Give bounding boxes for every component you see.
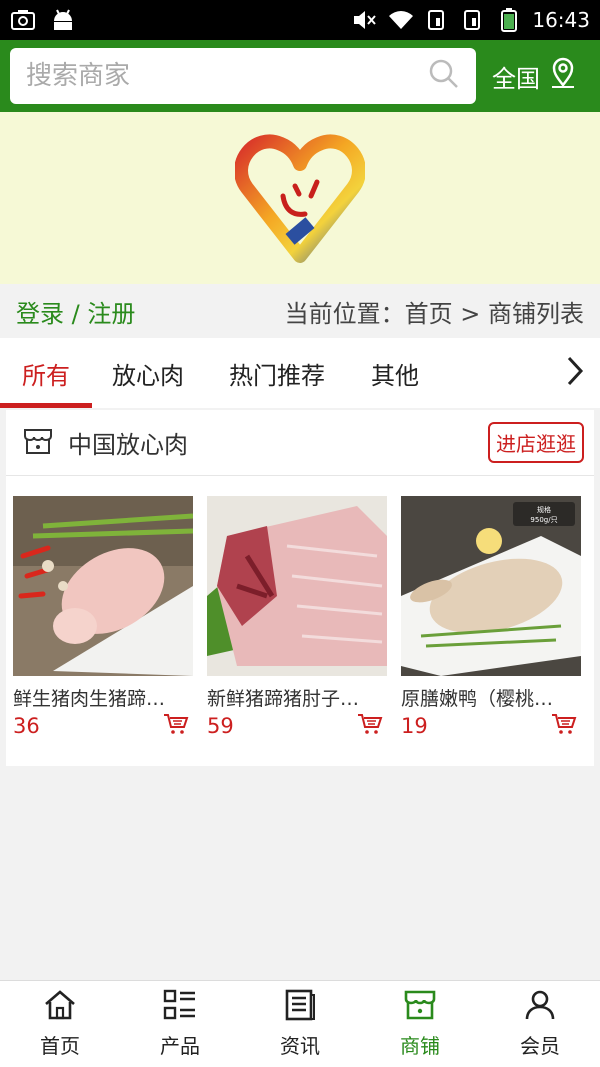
grid-list-icon (163, 989, 197, 1026)
android-icon (50, 9, 76, 31)
status-time: 16:43 (532, 8, 590, 32)
nav-member[interactable]: 会员 (480, 981, 600, 1067)
nav-label: 产品 (160, 1034, 200, 1058)
status-bar: 16:43 (0, 0, 600, 40)
tab-label: 所有 (22, 361, 70, 390)
product-card[interactable]: 规格 950g/只 原膳嫩鸭（樱桃… 19 (401, 496, 581, 739)
region-selector[interactable]: 全国 (492, 57, 578, 95)
shop-header: 中国放心肉 进店逛逛 (6, 410, 594, 476)
search-input[interactable] (26, 61, 428, 91)
location-bar: 登录 / 注册 当前位置：首页 > 商铺列表 (0, 284, 600, 338)
product-title[interactable]: 新鲜猪蹄猪肘子… (207, 684, 387, 711)
add-to-cart-icon[interactable] (357, 713, 383, 739)
top-header: 全国 (0, 40, 600, 112)
tab-all[interactable]: 所有 (0, 338, 92, 408)
mute-icon (352, 9, 378, 31)
shop-name[interactable]: 中国放心肉 (68, 425, 188, 460)
shop-icon (22, 425, 54, 461)
sim2-signal-icon (460, 9, 486, 31)
location-pin-icon (548, 57, 578, 95)
product-image[interactable]: 规格 950g/只 (401, 496, 581, 676)
product-title[interactable]: 原膳嫩鸭（樱桃… (401, 684, 581, 711)
product-image[interactable] (13, 496, 193, 676)
product-price: 19 (401, 714, 428, 738)
product-title[interactable]: 鲜生猪肉生猪蹄… (13, 684, 193, 711)
nav-news[interactable]: 资讯 (240, 981, 360, 1067)
store-icon (403, 989, 437, 1026)
nav-home[interactable]: 首页 (0, 981, 120, 1067)
banner (0, 112, 600, 284)
product-price: 59 (207, 714, 234, 738)
nav-products[interactable]: 产品 (120, 981, 240, 1067)
wifi-icon (388, 9, 414, 31)
nav-label: 商铺 (400, 1034, 440, 1058)
tab-other[interactable]: 其他 (350, 338, 440, 408)
nav-label: 首页 (40, 1034, 80, 1058)
tab-safe-meat[interactable]: 放心肉 (92, 338, 204, 408)
product-badge-weight: 950g/只 (530, 516, 557, 524)
nav-label: 资讯 (280, 1034, 320, 1058)
chevron-right-icon (565, 355, 585, 391)
tab-label: 热门推荐 (229, 361, 325, 390)
product-list: 鲜生猪肉生猪蹄… 36 新鲜猪蹄猪肘子… 59 规格 950g/只 原膳嫩鸭（樱… (6, 476, 594, 739)
visit-shop-button[interactable]: 进店逛逛 (488, 422, 584, 463)
tab-label: 其他 (371, 361, 419, 390)
category-tabs: 所有 放心肉 热门推荐 其他 (0, 338, 600, 408)
home-icon (43, 989, 77, 1026)
heart-logo-icon (234, 126, 366, 270)
search-icon[interactable] (428, 58, 460, 94)
login-register-link[interactable]: 登录 / 注册 (16, 294, 135, 329)
sim1-signal-icon (424, 9, 450, 31)
tab-label: 放心肉 (112, 361, 184, 390)
product-badge-label: 规格 (537, 505, 551, 514)
shop-card: 中国放心肉 进店逛逛 鲜生猪肉生猪蹄… 36 新鲜猪蹄猪肘子… 59 规格 95… (6, 410, 594, 766)
product-card[interactable]: 新鲜猪蹄猪肘子… 59 (207, 496, 387, 739)
add-to-cart-icon[interactable] (163, 713, 189, 739)
breadcrumb: 当前位置：首页 > 商铺列表 (284, 299, 584, 328)
tab-hot-recommend[interactable]: 热门推荐 (204, 338, 350, 408)
user-icon (524, 989, 556, 1026)
region-label: 全国 (492, 64, 540, 93)
screenshot-icon (10, 9, 36, 31)
battery-icon (496, 8, 522, 32)
tabs-more-arrow[interactable] (550, 338, 600, 408)
product-card[interactable]: 鲜生猪肉生猪蹄… 36 (13, 496, 193, 739)
add-to-cart-icon[interactable] (551, 713, 577, 739)
news-icon (284, 989, 316, 1026)
nav-shops[interactable]: 商铺 (360, 981, 480, 1067)
product-price: 36 (13, 714, 40, 738)
search-box[interactable] (10, 48, 476, 104)
product-image[interactable] (207, 496, 387, 676)
bottom-nav: 首页 产品 资讯 商铺 会员 (0, 980, 600, 1067)
nav-label: 会员 (520, 1034, 560, 1058)
